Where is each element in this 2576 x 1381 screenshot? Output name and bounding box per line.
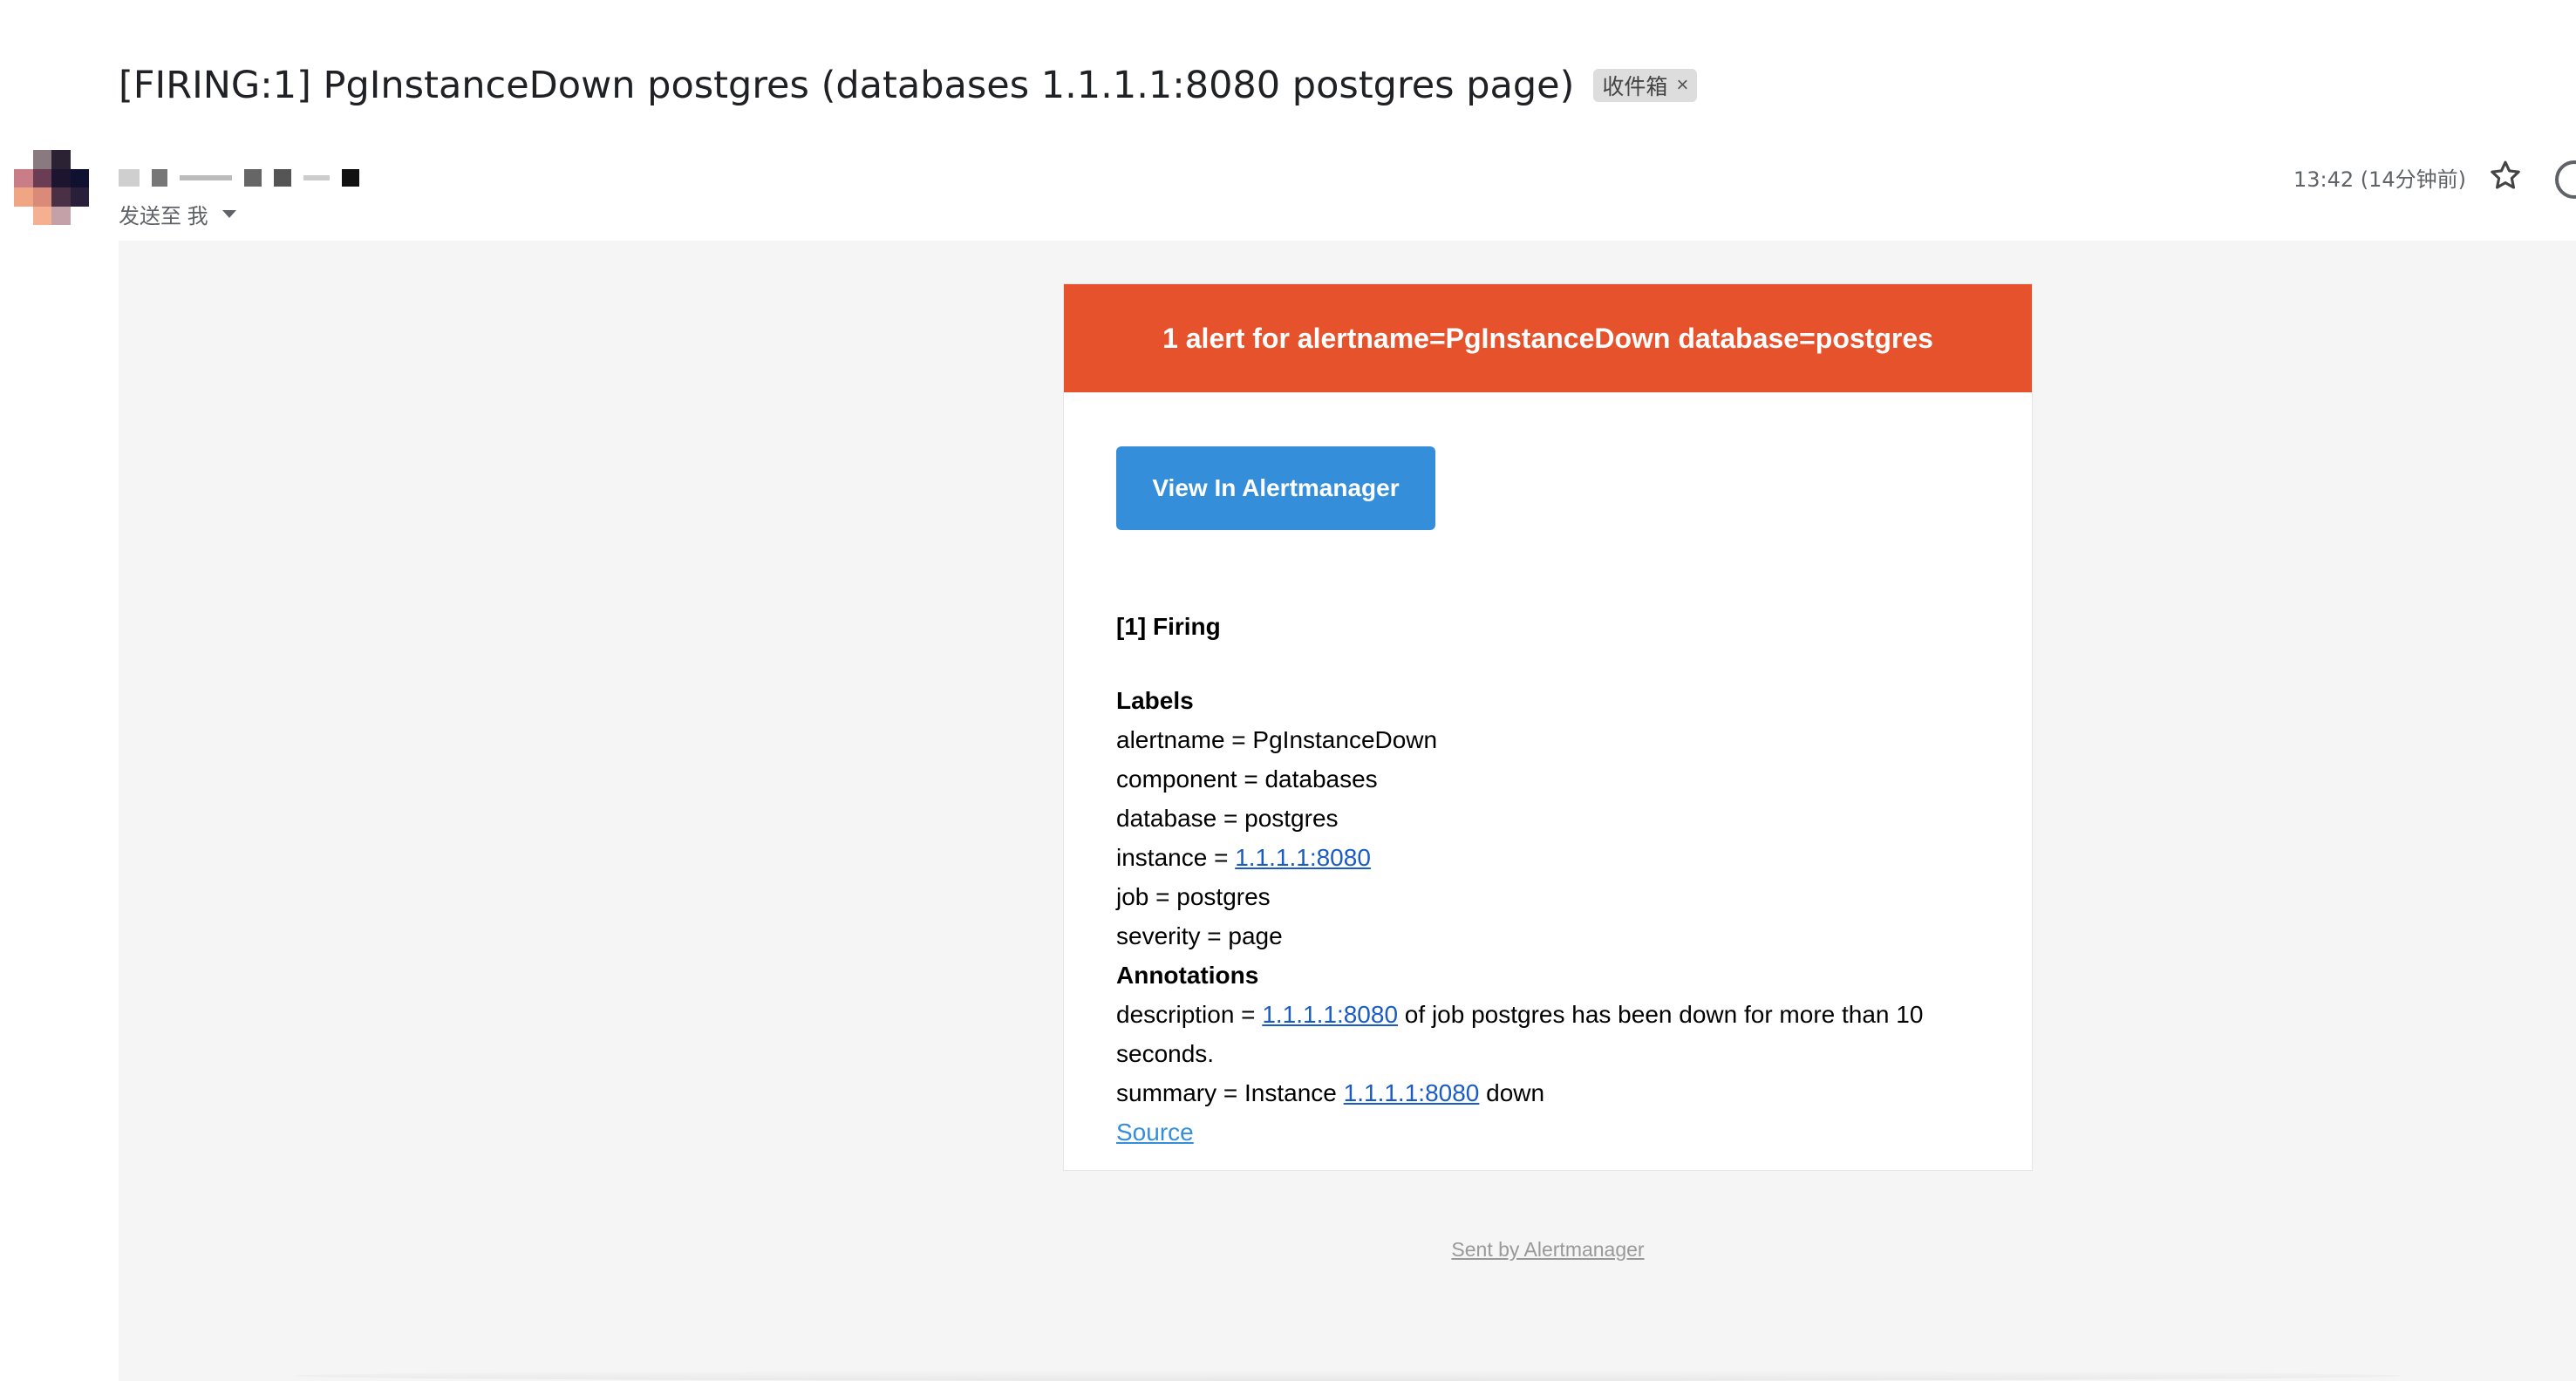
annotations-heading: Annotations xyxy=(1116,962,1259,989)
annotation-summary: summary = Instance 1.1.1.1:8080 down xyxy=(1116,1073,2006,1112)
label-job: job = postgres xyxy=(1116,883,1271,910)
sender-name-obscured[interactable] xyxy=(119,162,359,194)
summary-prefix: summary = Instance xyxy=(1116,1079,1344,1106)
alert-details: [1] Firing Labels alertname = PgInstance… xyxy=(1116,607,2006,1152)
summary-suffix: down xyxy=(1479,1079,1545,1106)
annotation-description: description = 1.1.1.1:8080 of job postgr… xyxy=(1116,995,2006,1073)
summary-instance-link[interactable]: 1.1.1.1:8080 xyxy=(1344,1079,1480,1106)
label-severity: severity = page xyxy=(1116,922,1283,949)
description-instance-link[interactable]: 1.1.1.1:8080 xyxy=(1262,1001,1398,1028)
recipient-text: 发送至 我 xyxy=(119,205,208,228)
label-instance: instance = 1.1.1.1:8080 xyxy=(1116,838,2006,877)
inbox-label-text: 收件箱 xyxy=(1602,75,1668,99)
close-icon[interactable]: × xyxy=(1676,73,1688,98)
description-prefix: description = xyxy=(1116,1001,1263,1028)
firing-title: [1] Firing xyxy=(1116,613,1221,640)
instance-link[interactable]: 1.1.1.1:8080 xyxy=(1235,844,1371,871)
label-database: database = postgres xyxy=(1116,805,1339,832)
caret-down-icon xyxy=(221,210,236,218)
alert-header: 1 alert for alertname=PgInstanceDown dat… xyxy=(1064,284,2032,392)
labels-heading: Labels xyxy=(1116,687,1194,714)
label-instance-prefix: instance = xyxy=(1116,844,1236,871)
bottom-divider xyxy=(293,1371,2402,1381)
email-subject: [FIRING:1] PgInstanceDown postgres (data… xyxy=(119,64,1575,107)
alert-card: 1 alert for alertname=PgInstanceDown dat… xyxy=(1063,283,2033,1171)
source-link[interactable]: Source xyxy=(1116,1119,1194,1146)
email-body: 1 alert for alertname=PgInstanceDown dat… xyxy=(119,241,2576,1381)
inbox-label-chip[interactable]: 收件箱 × xyxy=(1593,69,1698,102)
label-alertname: alertname = PgInstanceDown xyxy=(1116,726,1438,753)
email-subject-bar: [FIRING:1] PgInstanceDown postgres (data… xyxy=(119,58,1698,113)
view-in-alertmanager-button[interactable]: View In Alertmanager xyxy=(1116,446,1435,530)
sent-by-alertmanager-link[interactable]: Sent by Alertmanager xyxy=(1063,1238,2033,1262)
star-icon[interactable] xyxy=(2487,157,2524,194)
label-component: component = databases xyxy=(1116,765,1378,793)
avatar[interactable] xyxy=(14,150,89,225)
recipient-dropdown[interactable]: 发送至 我 xyxy=(119,199,236,229)
email-timestamp: 13:42 (14分钟前) xyxy=(2293,167,2466,192)
more-options-icon[interactable] xyxy=(2555,160,2576,199)
